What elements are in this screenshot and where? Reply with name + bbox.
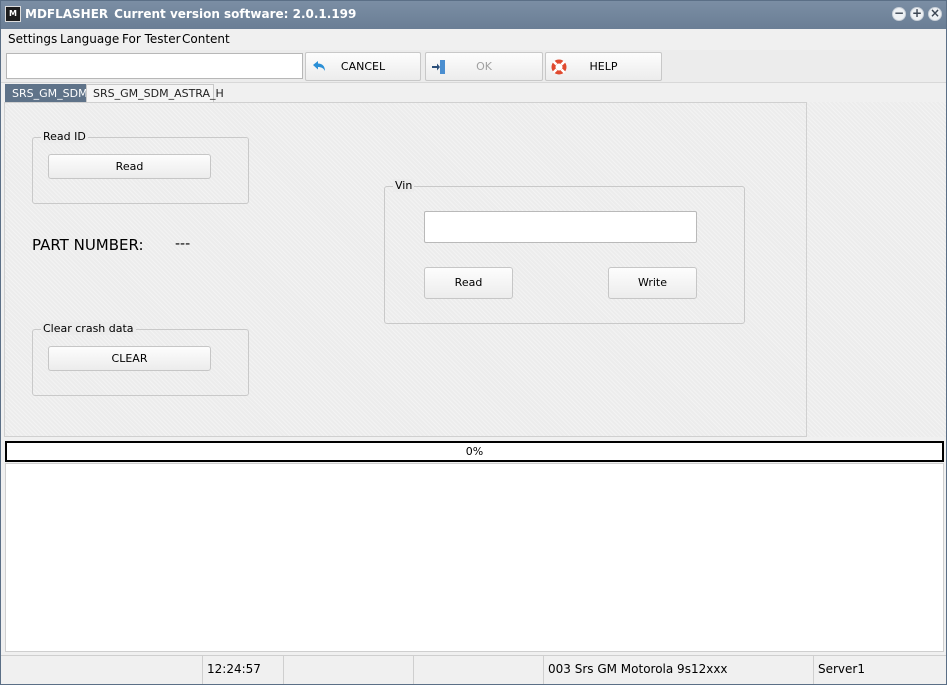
app-name: MDFLASHER — [25, 7, 109, 21]
window-title: MDFLASHER Current version software: 2.0.1… — [25, 7, 356, 21]
enter-door-icon — [432, 60, 445, 74]
maximize-icon[interactable]: + — [910, 7, 924, 21]
tab-srs-gm-sdm-astra-h[interactable]: SRS_GM_SDM_ASTRA_H — [86, 84, 224, 103]
clear-crash-title: Clear crash data — [41, 322, 136, 335]
status-time: 12:24:57 — [203, 656, 284, 684]
cancel-label: CANCEL — [340, 60, 386, 73]
app-window: M MDFLASHER Current version software: 2.0… — [0, 0, 947, 685]
vin-write-button[interactable]: Write — [608, 267, 697, 299]
title-bar: M MDFLASHER Current version software: 2.0… — [1, 1, 946, 29]
close-icon[interactable]: × — [928, 7, 942, 21]
minimize-icon[interactable]: − — [892, 7, 906, 21]
part-number-value: --- — [175, 236, 191, 252]
status-cell-empty-3 — [414, 656, 544, 684]
status-bar: 12:24:57 003 Srs GM Motorola 9s12xxx Ser… — [1, 655, 946, 684]
cancel-button[interactable]: CANCEL — [305, 52, 421, 81]
toolbar-input[interactable] — [6, 53, 303, 79]
clear-crash-button[interactable]: CLEAR — [48, 346, 211, 371]
vin-title: Vin — [393, 179, 415, 192]
app-logo-icon: M — [5, 6, 21, 22]
progress-text: 0% — [465, 445, 484, 458]
ok-button[interactable]: OK — [425, 52, 543, 81]
menu-bar: Settings Language For Tester Content — [1, 29, 946, 50]
help-button[interactable]: HELP — [545, 52, 662, 81]
lifebuoy-icon — [551, 59, 567, 75]
menu-content[interactable]: Content — [182, 32, 230, 46]
read-id-button[interactable]: Read — [48, 154, 211, 179]
side-area — [807, 102, 946, 437]
undo-arrow-icon — [313, 61, 325, 71]
vin-input[interactable] — [424, 211, 697, 243]
status-cell-empty-2 — [284, 656, 414, 684]
vin-read-button[interactable]: Read — [424, 267, 513, 299]
status-server: Server1 — [818, 662, 865, 676]
help-label: HELP — [589, 60, 618, 73]
toolbar: CANCEL OK HELP — [1, 50, 946, 83]
ok-label: OK — [476, 60, 492, 73]
menu-for-tester[interactable]: For Tester — [122, 32, 181, 46]
version-text: Current version software: 2.0.1.199 — [114, 7, 357, 21]
part-number-label: PART NUMBER: — [32, 236, 144, 254]
status-cell-empty-1 — [1, 656, 203, 684]
progress-bar: 0% — [5, 441, 944, 462]
read-id-title: Read ID — [41, 130, 88, 143]
menu-language[interactable]: Language — [60, 32, 119, 46]
status-module: 003 Srs GM Motorola 9s12xxx — [544, 656, 814, 684]
tab-srs-gm-sdm[interactable]: SRS_GM_SDM — [5, 84, 88, 103]
menu-settings[interactable]: Settings — [8, 32, 57, 46]
vin-group: Vin — [384, 179, 745, 324]
log-area[interactable] — [5, 463, 944, 652]
